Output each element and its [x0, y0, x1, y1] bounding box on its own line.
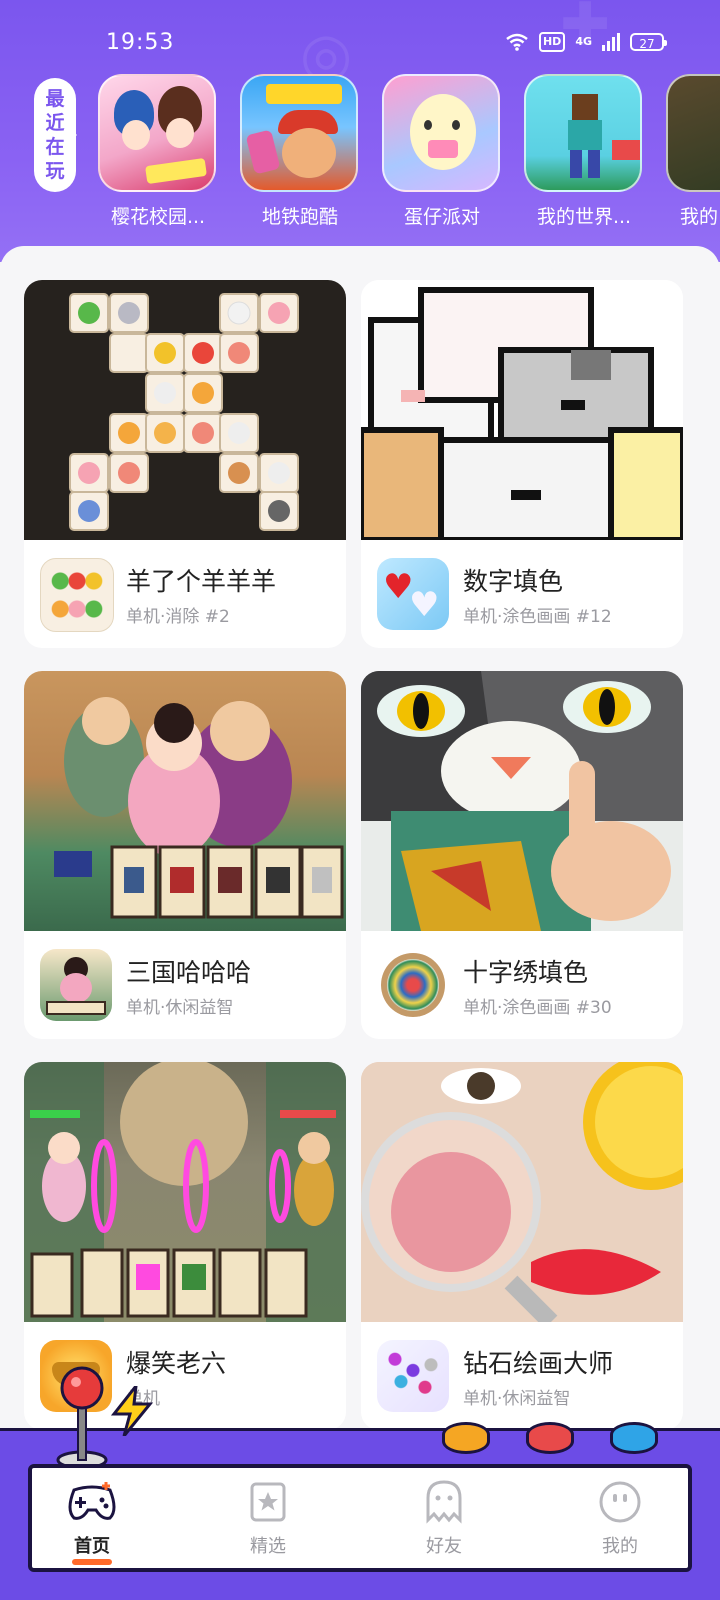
- active-tab-indicator: [72, 1559, 112, 1565]
- network-type: 4G: [575, 35, 592, 48]
- game-icon[interactable]: [40, 558, 114, 632]
- game-icon[interactable]: [377, 1340, 449, 1412]
- game-screenshot[interactable]: [24, 671, 346, 931]
- smiley-face-icon: [599, 1481, 641, 1523]
- game-tags: 单机·休闲益智: [463, 1389, 571, 1409]
- recent-game-item[interactable]: 我的世界...: [524, 74, 644, 229]
- game-card[interactable]: 羊了个羊羊羊 单机·消除 #2: [24, 280, 346, 648]
- status-bar: 19:53 HD 4G 27: [0, 28, 720, 64]
- game-card[interactable]: 十字绣填色 单机·涂色画画 #30: [361, 671, 683, 1039]
- tab-home[interactable]: 首页: [32, 1480, 152, 1565]
- header: ◎ ✚ 19:53 HD 4G 27 最近在玩 樱花校园... 地铁跑酷 蛋仔派…: [0, 0, 720, 262]
- game-title: 钻石绘画大师: [463, 1349, 614, 1378]
- minecraft-icon[interactable]: [524, 74, 642, 192]
- star-bookmark-icon: [250, 1482, 286, 1522]
- recent-game-name: 我的世界...: [536, 206, 632, 228]
- game-icon[interactable]: [40, 949, 112, 1021]
- recent-game-name: 地铁跑酷: [261, 206, 338, 228]
- tab-label: 精选: [250, 1536, 286, 1557]
- recent-game-item[interactable]: 樱花校园...: [98, 74, 218, 229]
- recent-game-item[interactable]: 我的: [666, 74, 720, 229]
- red-arcade-button: [526, 1422, 574, 1454]
- recent-game-item[interactable]: 地铁跑酷: [240, 74, 360, 229]
- recent-game-name: 蛋仔派对: [403, 206, 480, 228]
- yellow-arcade-button: [442, 1422, 490, 1454]
- joystick-icon: [56, 1366, 108, 1470]
- game-title: 三国哈哈哈: [126, 958, 252, 987]
- bottom-navigation: 首页 精选 好友 我的: [0, 1366, 720, 1600]
- recent-game-name: 我的: [680, 206, 719, 228]
- battery-indicator: 27: [630, 33, 667, 51]
- game-screenshot[interactable]: [361, 671, 683, 931]
- game-title: 数字填色: [463, 567, 564, 596]
- game-icon[interactable]: ♥ ♥: [377, 558, 449, 630]
- game-screenshot[interactable]: [361, 1062, 683, 1322]
- tab-bar: 首页 精选 好友 我的: [28, 1464, 692, 1572]
- blue-arcade-button: [610, 1422, 658, 1454]
- clock: 19:53: [106, 30, 175, 55]
- game-screenshot[interactable]: [24, 280, 346, 540]
- hd-badge: HD: [538, 32, 566, 52]
- game-card[interactable]: ♥ ♥ 数字填色 单机·涂色画画 #12: [361, 280, 683, 648]
- subway-surf-icon[interactable]: [240, 74, 358, 192]
- recent-games-row[interactable]: 樱花校园... 地铁跑酷 蛋仔派对 我的世界... 我的: [98, 74, 720, 229]
- wifi-icon: [506, 33, 528, 51]
- tab-featured[interactable]: 精选: [208, 1480, 328, 1558]
- recent-game-item[interactable]: 蛋仔派对: [382, 74, 502, 229]
- recent-playing-label: 最近在玩: [34, 78, 77, 192]
- tab-profile[interactable]: 我的: [560, 1480, 680, 1558]
- partial-game-icon[interactable]: [666, 74, 720, 192]
- signal-icon: [602, 33, 620, 51]
- game-icon[interactable]: [377, 949, 449, 1021]
- gamepad-icon: [68, 1482, 116, 1520]
- game-title: 爆笑老六: [126, 1349, 227, 1378]
- game-screenshot[interactable]: [24, 1062, 346, 1322]
- game-card[interactable]: 钻石绘画大师 单机·休闲益智: [361, 1062, 683, 1430]
- ghost-icon: [426, 1480, 462, 1524]
- game-tags: 单机·涂色画画 #30: [463, 998, 612, 1018]
- game-tags: 单机·涂色画画 #12: [463, 607, 612, 627]
- egg-party-icon[interactable]: [382, 74, 500, 192]
- recent-game-name: 樱花校园...: [110, 206, 206, 228]
- tab-friends[interactable]: 好友: [384, 1480, 504, 1558]
- tab-label: 好友: [426, 1536, 462, 1557]
- lightning-icon: [110, 1386, 154, 1436]
- game-title: 十字绣填色: [463, 958, 589, 987]
- game-card[interactable]: 三国哈哈哈 单机·休闲益智: [24, 671, 346, 1039]
- tab-label: 首页: [74, 1536, 110, 1557]
- sakura-school-icon[interactable]: [98, 74, 216, 192]
- game-tags: 单机·消除 #2: [126, 607, 230, 627]
- game-tags: 单机·休闲益智: [126, 998, 234, 1018]
- tab-label: 我的: [602, 1536, 638, 1557]
- game-title: 羊了个羊羊羊: [126, 567, 277, 596]
- game-screenshot[interactable]: [361, 280, 683, 540]
